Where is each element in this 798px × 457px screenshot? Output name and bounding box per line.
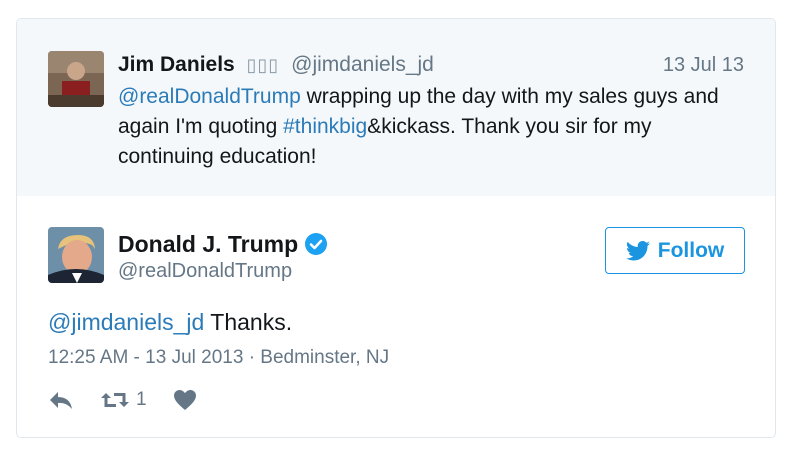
author-avatar[interactable] bbox=[48, 227, 104, 283]
reply-button[interactable] bbox=[48, 389, 74, 411]
quoted-mention-link[interactable]: @realDonaldTrump bbox=[118, 85, 301, 108]
tweet-text-body: Thanks. bbox=[204, 309, 293, 335]
retweet-button[interactable]: 1 bbox=[100, 389, 147, 411]
quoted-author-handle[interactable]: @jimdaniels_jd bbox=[291, 53, 434, 76]
tweet-mention-link[interactable]: @jimdaniels_jd bbox=[48, 309, 204, 335]
author-name[interactable]: Donald J. Trump bbox=[118, 230, 328, 258]
tweet-timestamp-location[interactable]: 12:25 AM - 13 Jul 2013 · Bedminster, NJ bbox=[48, 347, 389, 369]
like-icon bbox=[173, 390, 196, 410]
author-name-text: Donald J. Trump bbox=[118, 231, 299, 257]
retweet-count: 1 bbox=[136, 389, 147, 410]
hashtag-link[interactable]: #thinkbig bbox=[283, 115, 367, 138]
twitter-bird-icon bbox=[625, 240, 650, 260]
quoted-tweet[interactable]: Jim Daniels ▯▯▯ @jimdaniels_jd 13 Jul 13… bbox=[17, 19, 775, 196]
reply-icon bbox=[50, 392, 72, 409]
quoted-text: @realDonaldTrump wrapping up the day wit… bbox=[118, 82, 748, 172]
quoted-author-avatar[interactable] bbox=[48, 51, 104, 107]
quoted-author-emoji: ▯▯▯ bbox=[246, 55, 280, 75]
tweet-actions: 1 bbox=[48, 389, 197, 411]
quoted-author-name[interactable]: Jim Daniels bbox=[118, 53, 235, 76]
retweet-icon bbox=[101, 393, 129, 407]
quoted-date[interactable]: 13 Jul 13 bbox=[663, 54, 744, 77]
tweet-text: @jimdaniels_jd Thanks. bbox=[48, 309, 292, 336]
quoted-header: Jim Daniels ▯▯▯ @jimdaniels_jd bbox=[118, 52, 434, 78]
follow-label: Follow bbox=[657, 238, 725, 262]
like-button[interactable] bbox=[173, 389, 197, 411]
follow-button[interactable]: Follow bbox=[605, 227, 745, 274]
embedded-tweet-card: Jim Daniels ▯▯▯ @jimdaniels_jd 13 Jul 13… bbox=[16, 18, 776, 438]
verified-badge-icon bbox=[305, 233, 328, 255]
author-handle[interactable]: @realDonaldTrump bbox=[118, 260, 292, 283]
